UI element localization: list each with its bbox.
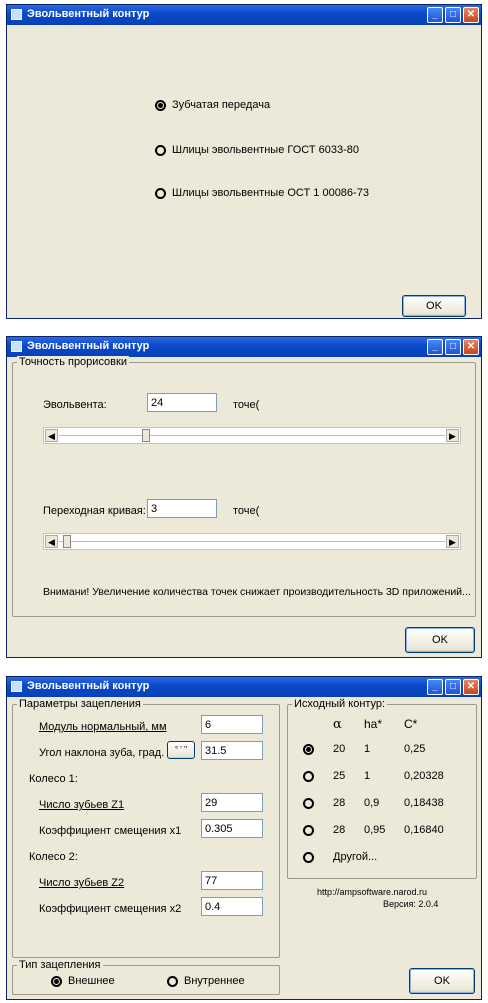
radio-gear-transmission[interactable]: Зубчатая передача [155,99,270,111]
window-mode-select: Эвольвентный контур _ □ ✕ Зубчатая перед… [6,4,482,319]
source-row-2-ha: 1 [364,770,371,782]
author-url: http://ampsoftware.narod.ru [317,887,428,897]
radio-dot-icon[interactable] [303,770,314,782]
radio-dot-icon[interactable] [303,824,314,836]
window-drawing-accuracy: Эвольвентный контур _ □ ✕ Точность прори… [6,336,482,658]
involute-points-input[interactable] [147,393,217,412]
mesh-params-group-label: Параметры зацепления [17,698,143,710]
ok-button[interactable]: OK [402,295,466,317]
radio-dot-icon[interactable] [303,743,314,755]
header-alpha: α [333,717,342,732]
slider-left-arrow-icon[interactable]: ◀ [45,429,58,442]
title-bar[interactable]: Эвольвентный контур _ □ ✕ [7,5,481,25]
maximize-icon[interactable]: □ [445,679,461,695]
slider-right-arrow-icon[interactable]: ▶ [446,535,459,548]
minimize-icon[interactable]: _ [427,679,443,695]
ok-button[interactable]: OK [405,627,475,653]
x2-input[interactable] [201,897,263,916]
radio-dot-icon[interactable] [155,187,166,199]
wheel1-label: Колесо 1: [29,773,78,785]
source-row-4-ha: 0,95 [364,824,386,836]
z2-input[interactable] [201,871,263,890]
window-title: Эвольвентный контур [27,340,150,352]
radio-dot-icon[interactable] [167,975,178,987]
transition-points-input[interactable] [147,499,217,518]
transition-slider[interactable]: ◀ ▶ [43,533,461,550]
source-row-1-ha: 1 [364,743,371,755]
angle-dms-button[interactable]: ° ' " [167,741,195,759]
z1-label: Число зубьев Z1 [39,799,125,811]
source-row-other[interactable] [303,851,320,863]
source-other-label: Другой... [333,851,378,863]
title-bar[interactable]: Эвольвентный контур _ □ ✕ [7,677,481,697]
app-icon [11,341,22,352]
source-row-1-c: 0,25 [404,743,426,755]
normal-module-label: Модуль нормальный, мм [39,721,167,733]
version-label: Версия: 2.0.4 [383,899,439,909]
radio-dot-icon[interactable] [155,99,166,111]
performance-warning: Внимани! Увеличение количества точек сни… [43,586,471,598]
source-row-4[interactable] [303,824,320,836]
source-row-4-alpha: 28 [333,824,346,836]
source-row-1[interactable] [303,743,320,755]
mesh-type-group-label: Тип зацепления [17,959,103,971]
source-row-1-alpha: 20 [333,743,346,755]
accuracy-group-label: Точность прорисовки [17,356,129,368]
radio-dot-icon[interactable] [303,851,314,863]
maximize-icon[interactable]: □ [445,7,461,23]
source-row-3[interactable] [303,797,320,809]
source-row-2[interactable] [303,770,320,782]
minimize-icon[interactable]: _ [427,7,443,23]
app-icon [11,9,22,20]
wheel2-label: Колесо 2: [29,851,78,863]
ok-button[interactable]: OK [409,968,475,994]
header-ha: ha* [364,717,383,731]
radio-splines-gost[interactable]: Шлицы эвольвентные ГОСТ 6033-80 [155,144,359,156]
maximize-icon[interactable]: □ [445,339,461,355]
radio-dot-icon[interactable] [51,975,62,987]
normal-module-input[interactable] [201,715,263,734]
window-mesh-parameters: Эвольвентный контур _ □ ✕ Параметры заце… [6,676,482,1000]
helix-angle-label: Угол наклона зуба, град. [39,747,165,759]
close-icon[interactable]: ✕ [463,339,479,355]
slider-track [59,541,445,542]
slider-track [59,435,445,436]
helix-angle-input[interactable] [201,741,263,760]
source-row-3-c: 0,18438 [404,797,444,809]
radio-dot-icon[interactable] [303,797,314,809]
window-title: Эвольвентный контур [27,680,150,692]
transition-unit: точе( [233,505,260,517]
radio-external-mesh[interactable]: Внешнее [51,975,115,987]
source-row-3-ha: 0,9 [364,797,380,809]
source-row-2-alpha: 25 [333,770,346,782]
source-row-3-alpha: 28 [333,797,346,809]
radio-dot-icon[interactable] [155,144,166,156]
source-contour-group-label: Исходный контур: [292,698,388,710]
minimize-icon[interactable]: _ [427,339,443,355]
radio-splines-ost[interactable]: Шлицы эвольвентные ОСТ 1 00086-73 [155,187,369,199]
title-bar[interactable]: Эвольвентный контур _ □ ✕ [7,337,481,357]
source-row-4-c: 0,16840 [404,824,444,836]
involute-slider[interactable]: ◀ ▶ [43,427,461,444]
z2-label: Число зубьев Z2 [39,877,125,889]
slider-thumb[interactable] [62,535,71,548]
slider-thumb[interactable] [142,429,151,442]
x1-input[interactable] [201,819,263,838]
header-c: C* [404,717,418,731]
x1-label: Коэффициент смещения x1 [39,825,182,837]
involute-unit: точе( [233,399,260,411]
close-icon[interactable]: ✕ [463,7,479,23]
close-icon[interactable]: ✕ [463,679,479,695]
radio-internal-mesh[interactable]: Внутреннее [167,975,245,987]
involute-label: Эвольвента: [43,399,107,411]
slider-right-arrow-icon[interactable]: ▶ [446,429,459,442]
transition-curve-label: Переходная кривая: [43,505,146,517]
slider-left-arrow-icon[interactable]: ◀ [45,535,58,548]
x2-label: Коэффициент смещения x2 [39,903,182,915]
source-row-2-c: 0,20328 [404,770,444,782]
window-title: Эвольвентный контур [27,8,150,20]
z1-input[interactable] [201,793,263,812]
app-icon [11,681,22,692]
